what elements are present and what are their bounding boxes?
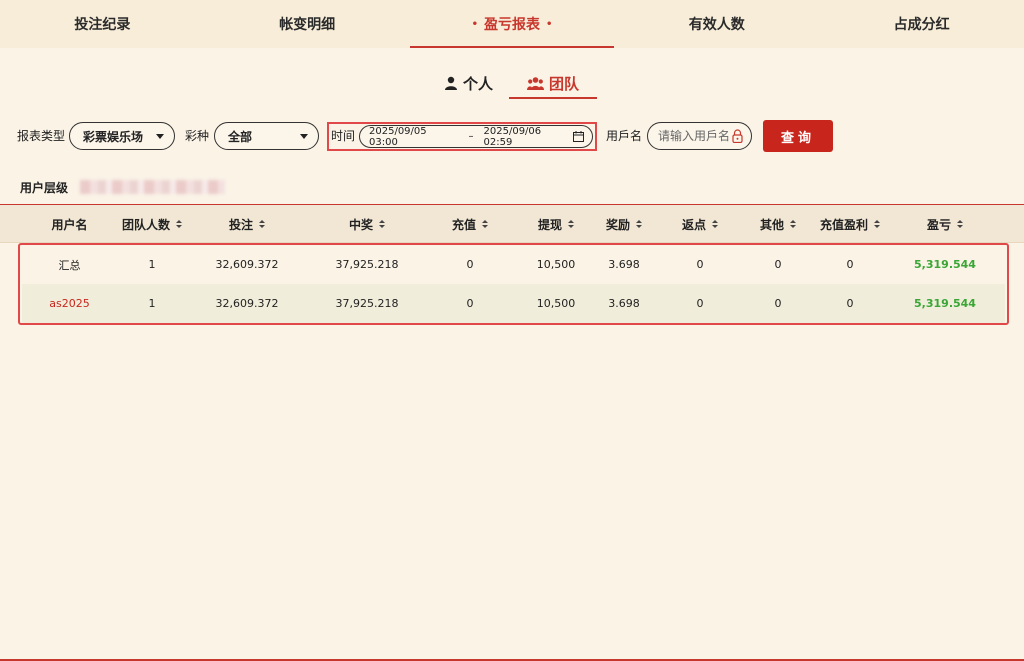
col-deposit-profit[interactable]: 充值盈利 <box>805 205 895 243</box>
dot-icon: • <box>545 18 553 30</box>
sort-icon <box>712 220 718 228</box>
user-level-label: 用户层级 <box>20 181 69 195</box>
column-header: 团队人数 <box>121 217 170 232</box>
column-header: 盈亏 <box>926 217 951 232</box>
cell-profit-loss: 5,319.544 <box>914 258 976 271</box>
cell-withdraw: 10,500 <box>536 258 576 271</box>
calendar-icon <box>573 131 585 142</box>
cell-win: 37,925.218 <box>335 297 399 310</box>
sort-icon <box>874 220 880 228</box>
cell-bet: 32,609.372 <box>215 297 279 310</box>
lock-icon <box>732 129 743 143</box>
sort-icon <box>259 220 265 228</box>
col-withdraw[interactable]: 提现 <box>513 205 599 243</box>
column-header: 其他 <box>759 217 784 232</box>
switch-person-label: 个人 <box>463 74 494 93</box>
switch-team[interactable]: 团队 <box>509 68 597 99</box>
dot-icon: • <box>471 18 478 30</box>
tab-profit-loss-report[interactable]: • 盈亏报表 • <box>409 0 615 48</box>
col-rebate[interactable]: 返点 <box>660 205 740 243</box>
cell-username-link[interactable]: as2025 <box>22 284 117 323</box>
cell-deposit: 0 <box>466 297 474 310</box>
query-button-label: 查询 <box>780 130 815 146</box>
col-username: 用户名 <box>22 205 117 243</box>
cell-team-size: 1 <box>148 258 156 271</box>
caret-down-icon <box>156 133 164 139</box>
col-profit-loss[interactable]: 盈亏 <box>895 205 995 243</box>
column-header: 充值盈利 <box>819 217 868 232</box>
table-header: 用户名 团队人数 投注 中奖 充值 提现 奖励 返点 其他 充值盈利 盈亏 <box>0 205 1024 243</box>
tab-label: 帐变明细 <box>279 17 336 33</box>
user-level-value-blurred <box>80 180 225 194</box>
cell-username: 汇总 <box>58 258 81 272</box>
username-label: 用戶名 <box>606 129 643 143</box>
tab-label: 有效人数 <box>688 17 745 33</box>
report-type-value: 彩票娱乐场 <box>83 129 144 144</box>
time-start: 2025/09/05 03:00 <box>369 125 427 148</box>
sort-icon <box>568 220 574 228</box>
column-header: 充值 <box>451 217 476 232</box>
cell-rebate: 0 <box>696 297 704 310</box>
col-reward[interactable]: 奖励 <box>599 205 649 243</box>
cell-reward: 3.698 <box>608 258 640 271</box>
cell-bet: 32,609.372 <box>215 258 279 271</box>
cell-rebate: 0 <box>696 258 704 271</box>
col-deposit[interactable]: 充值 <box>427 205 513 243</box>
sort-icon <box>636 220 642 228</box>
cell-win: 37,925.218 <box>335 258 399 271</box>
sort-icon <box>176 220 182 228</box>
tab-bet-records[interactable]: 投注纪录 <box>0 0 205 48</box>
lottery-select[interactable]: 全部 <box>214 122 319 150</box>
username-input[interactable] <box>658 129 732 143</box>
date-range-picker[interactable]: 2025/09/05 03:00 – 2025/09/06 02:59 <box>359 125 593 148</box>
sort-icon <box>957 220 963 228</box>
query-button[interactable]: 查询 <box>763 120 833 152</box>
cell-deposit-profit: 0 <box>846 258 854 271</box>
col-team-size[interactable]: 团队人数 <box>117 205 187 243</box>
col-win[interactable]: 中奖 <box>307 205 427 243</box>
column-header: 奖励 <box>605 217 630 232</box>
cell-reward: 3.698 <box>608 297 640 310</box>
caret-down-icon <box>300 133 308 139</box>
col-bet[interactable]: 投注 <box>187 205 307 243</box>
switch-person[interactable]: 个人 <box>444 68 493 98</box>
tab-account-changes[interactable]: 帐变明细 <box>205 0 410 48</box>
tab-label: 投注纪录 <box>74 17 131 33</box>
column-header: 投注 <box>228 217 253 232</box>
table-row-summary: 汇总 1 32,609.372 37,925.218 0 10,500 3.69… <box>22 245 1005 284</box>
sort-icon <box>482 220 488 228</box>
column-header: 中奖 <box>348 217 373 232</box>
tab-label: 占成分红 <box>893 17 950 33</box>
column-header: 返点 <box>681 217 706 232</box>
scope-switch: 个人 团队 <box>0 68 1024 100</box>
time-label: 时间 <box>331 129 356 143</box>
report-type-label: 报表类型 <box>17 129 66 143</box>
cell-deposit: 0 <box>466 258 474 271</box>
sort-icon <box>790 220 796 228</box>
report-tabs: 投注纪录 帐变明细 • 盈亏报表 • 有效人数 占成分红 <box>0 0 1024 48</box>
tab-dividend[interactable]: 占成分红 <box>819 0 1024 48</box>
switch-team-label: 团队 <box>548 74 579 93</box>
team-icon <box>526 77 544 90</box>
cell-team-size: 1 <box>148 297 156 310</box>
time-range-highlight: 时间 2025/09/05 03:00 – 2025/09/06 02:59 <box>327 122 597 151</box>
cell-profit-loss: 5,319.544 <box>914 297 976 310</box>
lottery-label: 彩种 <box>185 129 210 143</box>
lottery-value: 全部 <box>228 129 253 144</box>
column-header: 提现 <box>537 217 562 232</box>
username-field-wrap <box>647 122 752 150</box>
filter-bar: 报表类型 彩票娱乐场 彩种 全部 时间 2025/09/05 03:00 – 2… <box>0 118 1024 154</box>
report-type-select[interactable]: 彩票娱乐场 <box>69 122 175 150</box>
cell-deposit-profit: 0 <box>846 297 854 310</box>
tab-active-users[interactable]: 有效人数 <box>614 0 819 48</box>
time-separator: – <box>468 131 474 142</box>
table-row: as2025 1 32,609.372 37,925.218 0 10,500 … <box>22 284 1005 323</box>
tab-label: 盈亏报表 <box>483 17 540 33</box>
report-table: 用户名 团队人数 投注 中奖 充值 提现 奖励 返点 其他 充值盈利 盈亏 汇总… <box>0 204 1024 661</box>
cell-withdraw: 10,500 <box>536 297 576 310</box>
time-end: 2025/09/06 02:59 <box>483 125 542 148</box>
sort-icon <box>379 220 385 228</box>
column-header: 用户名 <box>51 217 88 232</box>
person-icon <box>445 76 457 90</box>
